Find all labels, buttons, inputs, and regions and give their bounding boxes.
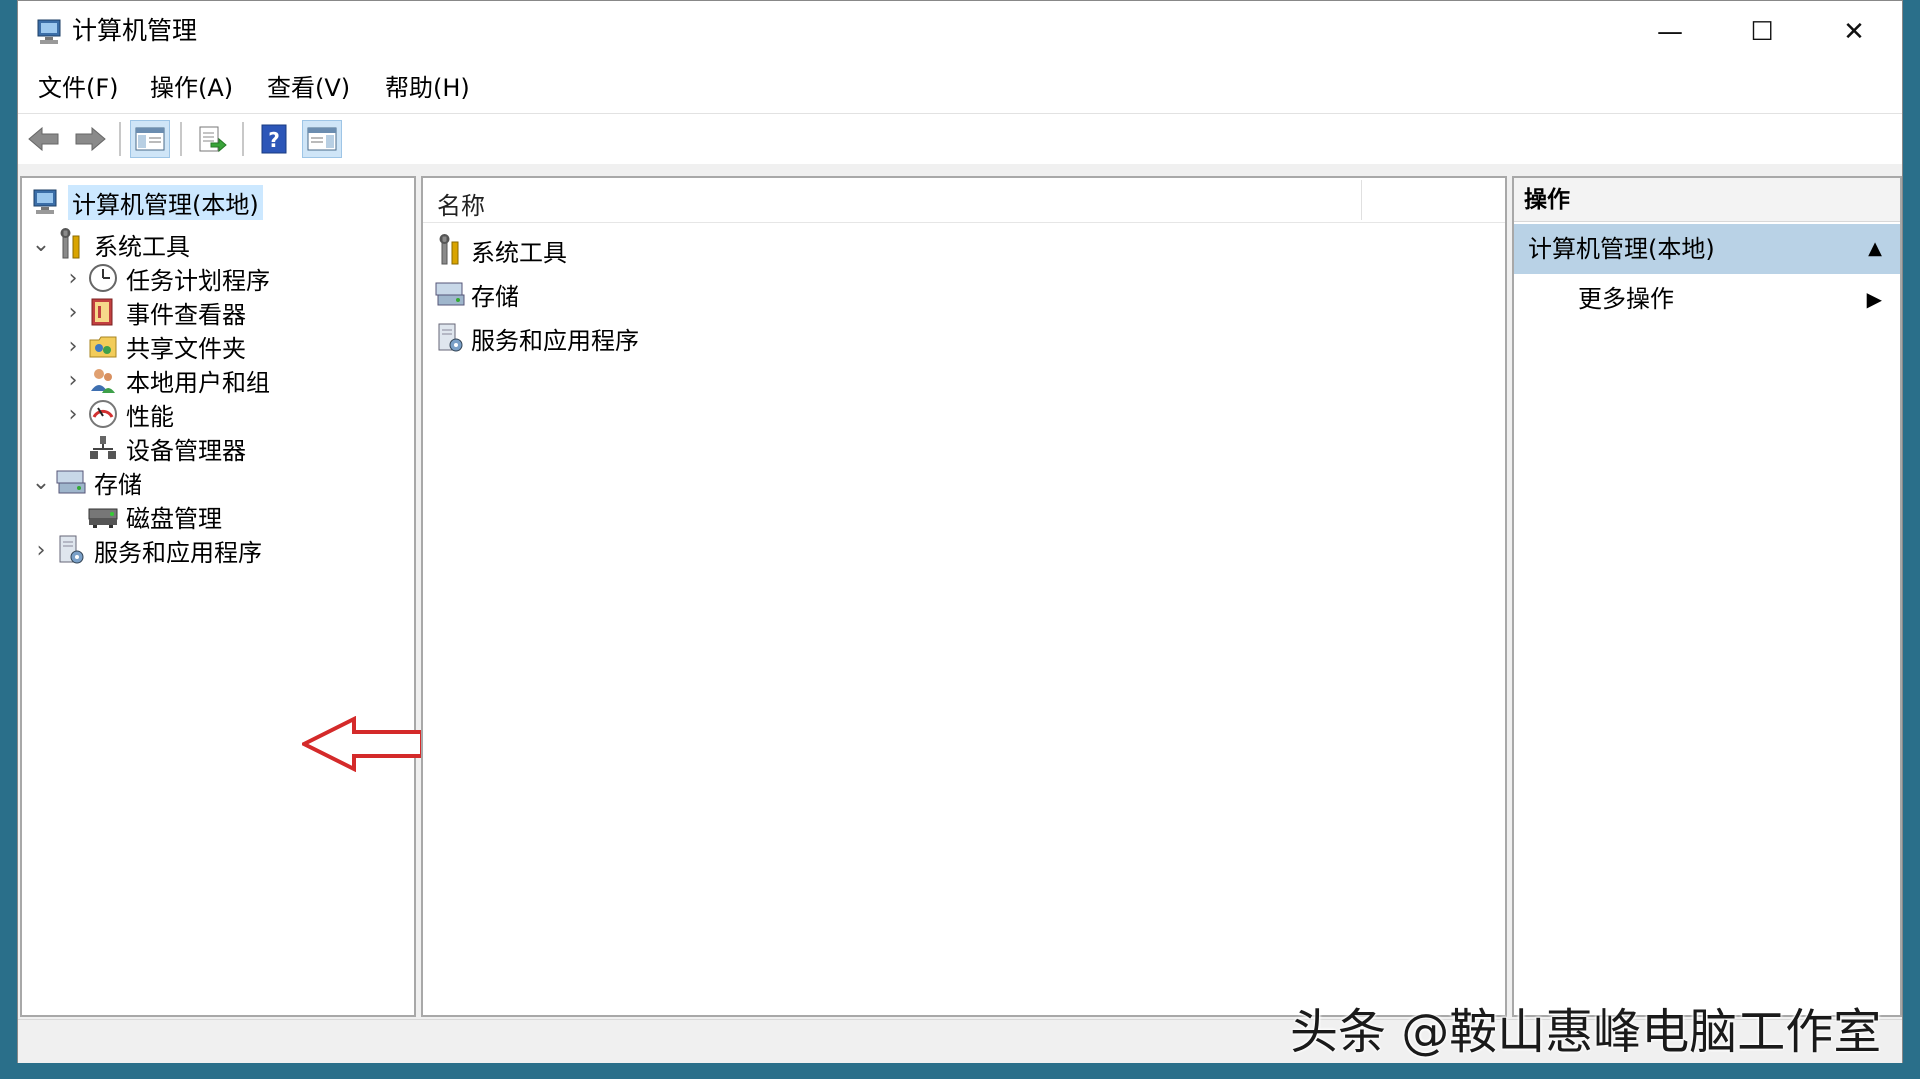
- actions-pane: 操作 计算机管理(本地) ▲ 更多操作 ▶: [1512, 176, 1902, 1017]
- tree-item-label: 事件查看器: [126, 300, 246, 329]
- actions-section-computer-management[interactable]: 计算机管理(本地) ▲: [1514, 224, 1900, 274]
- watermark-text: 头条 @鞍山惠峰电脑工作室: [1290, 1004, 1882, 1060]
- list-item-label: 服务和应用程序: [471, 326, 639, 355]
- tree-item-label: 计算机管理(本地): [68, 184, 263, 220]
- tree-item-label: 任务计划程序: [126, 266, 270, 295]
- console-tree-pane: 计算机管理(本地) ⌄ 系统工具 › 任务计划程序 › 事件查看器 › 共享文件…: [20, 176, 424, 1017]
- tree-item-label: 存储: [94, 470, 142, 499]
- menu-file[interactable]: 文件(F): [34, 72, 123, 104]
- menu-action[interactable]: 操作(A): [146, 72, 237, 104]
- red-arrow-annotation: [302, 716, 424, 772]
- performance-gauge-icon: [86, 397, 120, 431]
- toolbar-separator: [119, 122, 121, 156]
- tools-icon: [433, 233, 467, 267]
- services-icon: [54, 533, 88, 567]
- chevron-down-icon[interactable]: ⌄: [28, 470, 54, 495]
- submenu-arrow-icon: ▶: [1866, 287, 1882, 311]
- maximize-button[interactable]: ☐: [1716, 1, 1808, 63]
- list-item-label: 存储: [471, 282, 519, 311]
- chevron-right-icon[interactable]: ›: [60, 266, 86, 291]
- back-arrow-icon[interactable]: [24, 120, 64, 158]
- tree-item-services-applications[interactable]: › 服务和应用程序: [28, 530, 262, 570]
- tree-item-root[interactable]: 计算机管理(本地): [28, 182, 263, 222]
- menu-help[interactable]: 帮助(H): [381, 72, 474, 104]
- results-pane: 名称 系统工具 存储 服务和应用程序: [421, 176, 1507, 1017]
- forward-arrow-icon[interactable]: [70, 120, 110, 158]
- clock-icon: [86, 261, 120, 295]
- menu-view[interactable]: 查看(V): [263, 72, 354, 104]
- device-manager-icon: [86, 431, 120, 465]
- list-item-storage[interactable]: 存储: [433, 274, 519, 314]
- window-title: 计算机管理: [72, 16, 198, 45]
- toolbar: ?: [18, 114, 1902, 164]
- tree-item-label: 性能: [126, 402, 174, 431]
- list-column-header: 名称: [423, 178, 1505, 223]
- more-actions-item[interactable]: 更多操作 ▶: [1514, 274, 1900, 324]
- tree-item-label: 服务和应用程序: [94, 538, 262, 567]
- minimize-button[interactable]: —: [1624, 1, 1716, 63]
- actions-section-label: 计算机管理(本地): [1528, 235, 1715, 263]
- collapse-triangle-icon[interactable]: ▲: [1868, 224, 1882, 274]
- chevron-right-icon[interactable]: ›: [60, 402, 86, 427]
- help-icon[interactable]: ?: [254, 120, 294, 158]
- title-bar: 计算机管理 — ☐ ✕: [18, 1, 1902, 63]
- computer-management-window: 计算机管理 — ☐ ✕ 文件(F) 操作(A) 查看(V) 帮助(H) ? 计算…: [17, 0, 1903, 1063]
- chevron-down-icon[interactable]: ⌄: [28, 232, 54, 257]
- tree-item-label: 磁盘管理: [126, 504, 222, 533]
- menu-bar: 文件(F) 操作(A) 查看(V) 帮助(H): [18, 63, 1902, 114]
- svg-text:?: ?: [268, 128, 280, 152]
- show-hide-action-pane-icon[interactable]: [302, 120, 342, 158]
- disk-management-icon: [86, 499, 120, 533]
- list-item-label: 系统工具: [471, 238, 567, 267]
- tools-icon: [54, 227, 88, 261]
- shared-folder-icon: [86, 329, 120, 363]
- event-viewer-icon: [86, 295, 120, 329]
- close-button[interactable]: ✕: [1808, 1, 1900, 63]
- list-item-services-applications[interactable]: 服务和应用程序: [433, 318, 639, 358]
- chevron-right-icon[interactable]: ›: [60, 300, 86, 325]
- toolbar-separator: [242, 122, 244, 156]
- users-icon: [86, 363, 120, 397]
- chevron-right-icon[interactable]: ›: [28, 538, 54, 563]
- storage-icon: [433, 277, 467, 311]
- tree-item-label: 设备管理器: [126, 436, 246, 465]
- tree-item-label: 本地用户和组: [126, 368, 270, 397]
- tree-item-label: 共享文件夹: [126, 334, 246, 363]
- show-hide-console-tree-icon[interactable]: [130, 120, 170, 158]
- tree-item-label: 系统工具: [94, 232, 190, 261]
- export-list-icon[interactable]: [192, 120, 232, 158]
- storage-icon: [54, 465, 88, 499]
- list-item-system-tools[interactable]: 系统工具: [433, 230, 567, 270]
- computer-management-icon: [34, 17, 64, 47]
- chevron-right-icon[interactable]: ›: [60, 368, 86, 393]
- computer-management-icon: [28, 185, 62, 219]
- actions-header: 操作: [1514, 178, 1900, 222]
- chevron-right-icon[interactable]: ›: [60, 334, 86, 359]
- more-actions-label: 更多操作: [1578, 285, 1674, 313]
- services-icon: [433, 321, 467, 355]
- toolbar-separator: [180, 122, 182, 156]
- column-name-header[interactable]: 名称: [437, 186, 485, 221]
- column-divider[interactable]: [1361, 180, 1362, 220]
